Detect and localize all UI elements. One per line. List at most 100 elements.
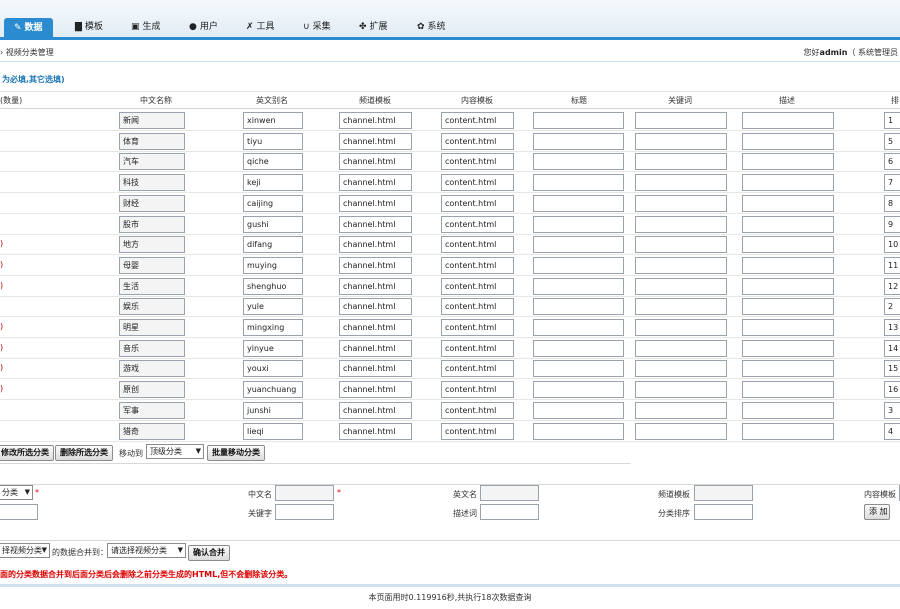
cname-input[interactable]: 明星 [119, 319, 185, 336]
sort-input[interactable]: 14 [884, 339, 900, 357]
tab-system[interactable]: ✿ 系统 [417, 18, 446, 37]
desc-input[interactable] [742, 360, 834, 378]
sort-input[interactable]: 11 [884, 256, 900, 274]
content-template-input[interactable]: content.html [441, 422, 514, 440]
ename-input[interactable]: difang [243, 236, 303, 254]
channel-template-input[interactable]: channel.html [339, 174, 412, 192]
cname-input[interactable]: 汽车 [119, 153, 185, 171]
channel-template-input[interactable]: channel.html [339, 360, 412, 378]
cname-input[interactable]: 股市 [119, 215, 185, 233]
cname-input[interactable]: 新闻 [119, 112, 185, 129]
channel-template-input[interactable]: channel.html [339, 215, 412, 233]
sort-input[interactable]: 5 [884, 132, 900, 150]
cname-input[interactable]: 音乐 [119, 339, 185, 357]
channel-template-input[interactable]: channel.html [339, 401, 412, 419]
keywords-input[interactable] [635, 339, 727, 357]
desc-input[interactable] [742, 298, 834, 316]
content-template-input[interactable]: content.html [441, 174, 514, 192]
title-input[interactable] [533, 194, 624, 212]
sort-input[interactable]: 2 [884, 298, 900, 316]
keywords-input[interactable] [635, 153, 727, 171]
content-template-input[interactable]: content.html [441, 401, 514, 419]
tab-extend[interactable]: ✤ 扩展 [359, 18, 388, 37]
desc-input[interactable] [742, 215, 834, 233]
sort-input[interactable]: 16 [884, 381, 900, 399]
cname-input[interactable]: 原创 [119, 381, 185, 399]
content-template-input[interactable]: content.html [441, 319, 514, 336]
sort-input[interactable]: 15 [884, 360, 900, 378]
title-input[interactable] [533, 401, 624, 419]
title-input[interactable] [533, 319, 624, 336]
ename-input[interactable]: xinwen [243, 112, 303, 129]
sort-input[interactable] [694, 504, 753, 520]
title-input[interactable] [533, 360, 624, 378]
channel-template-input[interactable]: channel.html [339, 256, 412, 274]
content-template-input[interactable]: content.html [441, 236, 514, 254]
channel-template-input[interactable]: channel.html [339, 236, 412, 254]
merge-source-select[interactable]: 择视频分类 ▼ [0, 543, 50, 558]
ename-input[interactable]: youxi [243, 360, 303, 378]
tab-user[interactable]: ● 用户 [189, 18, 218, 37]
content-template-input[interactable]: content.html [441, 360, 514, 378]
desc-input[interactable] [742, 194, 834, 212]
content-template-input[interactable]: content.html [441, 132, 514, 150]
desc-input[interactable] [742, 112, 834, 129]
title-input[interactable] [533, 339, 624, 357]
desc-input[interactable] [742, 422, 834, 440]
confirm-merge-button[interactable]: 确认合并 [188, 545, 230, 561]
sort-input[interactable]: 3 [884, 401, 900, 419]
cname-input[interactable]: 军事 [119, 401, 185, 419]
cname-input[interactable]: 母婴 [119, 256, 185, 274]
tab-tools[interactable]: ✗ 工具 [246, 18, 275, 37]
channel-template-input[interactable]: channel.html [339, 153, 412, 171]
sort-input[interactable]: 10 [884, 236, 900, 254]
keywords-input[interactable] [635, 401, 727, 419]
sort-input[interactable]: 1 [884, 112, 900, 129]
delete-selected-button[interactable]: 删除所选分类 [55, 445, 113, 461]
title-input[interactable] [533, 298, 624, 316]
tab-generate[interactable]: ▣ 生成 [131, 18, 161, 37]
content-template-input[interactable]: content.html [441, 153, 514, 171]
ename-input[interactable] [480, 485, 539, 501]
ename-input[interactable]: muying [243, 256, 303, 274]
keywords-input[interactable] [635, 236, 727, 254]
title-input[interactable] [533, 381, 624, 399]
title-input[interactable] [0, 504, 38, 520]
keywords-input[interactable] [275, 504, 334, 520]
desc-input[interactable] [742, 132, 834, 150]
channel-template-input[interactable]: channel.html [339, 112, 412, 129]
cname-input[interactable]: 娱乐 [119, 298, 185, 316]
ename-input[interactable]: keji [243, 174, 303, 192]
channel-template-input[interactable]: channel.html [339, 194, 412, 212]
channel-template-input[interactable]: channel.html [339, 298, 412, 316]
ename-input[interactable]: yinyue [243, 339, 303, 357]
desc-input[interactable] [742, 401, 834, 419]
cname-input[interactable]: 地方 [119, 236, 185, 254]
parent-category-select[interactable]: 分类 ▼ [0, 485, 33, 500]
keywords-input[interactable] [635, 277, 727, 295]
cname-input[interactable]: 体育 [119, 132, 185, 150]
content-template-input[interactable]: content.html [441, 298, 514, 316]
keywords-input[interactable] [635, 132, 727, 150]
ename-input[interactable]: shenghuo [243, 277, 303, 295]
desc-input[interactable] [742, 236, 834, 254]
title-input[interactable] [533, 422, 624, 440]
cname-input[interactable]: 游戏 [119, 360, 185, 378]
title-input[interactable] [533, 112, 624, 129]
content-template-input[interactable]: content.html [441, 339, 514, 357]
ename-input[interactable]: junshi [243, 401, 303, 419]
keywords-input[interactable] [635, 319, 727, 336]
content-template-input[interactable]: content.html [441, 194, 514, 212]
channel-template-input[interactable]: channel.html [339, 339, 412, 357]
sort-input[interactable]: 9 [884, 215, 900, 233]
keywords-input[interactable] [635, 256, 727, 274]
ename-input[interactable]: caijing [243, 194, 303, 212]
desc-input[interactable] [742, 174, 834, 192]
channel-template-input[interactable]: channel.html [339, 132, 412, 150]
ename-input[interactable]: tiyu [243, 132, 303, 150]
cname-input[interactable]: 科技 [119, 174, 185, 192]
ename-input[interactable]: yuanchuang [243, 381, 303, 399]
add-button[interactable]: 添 加 [864, 504, 890, 520]
keywords-input[interactable] [635, 360, 727, 378]
content-template-input[interactable]: content.html [441, 112, 514, 129]
